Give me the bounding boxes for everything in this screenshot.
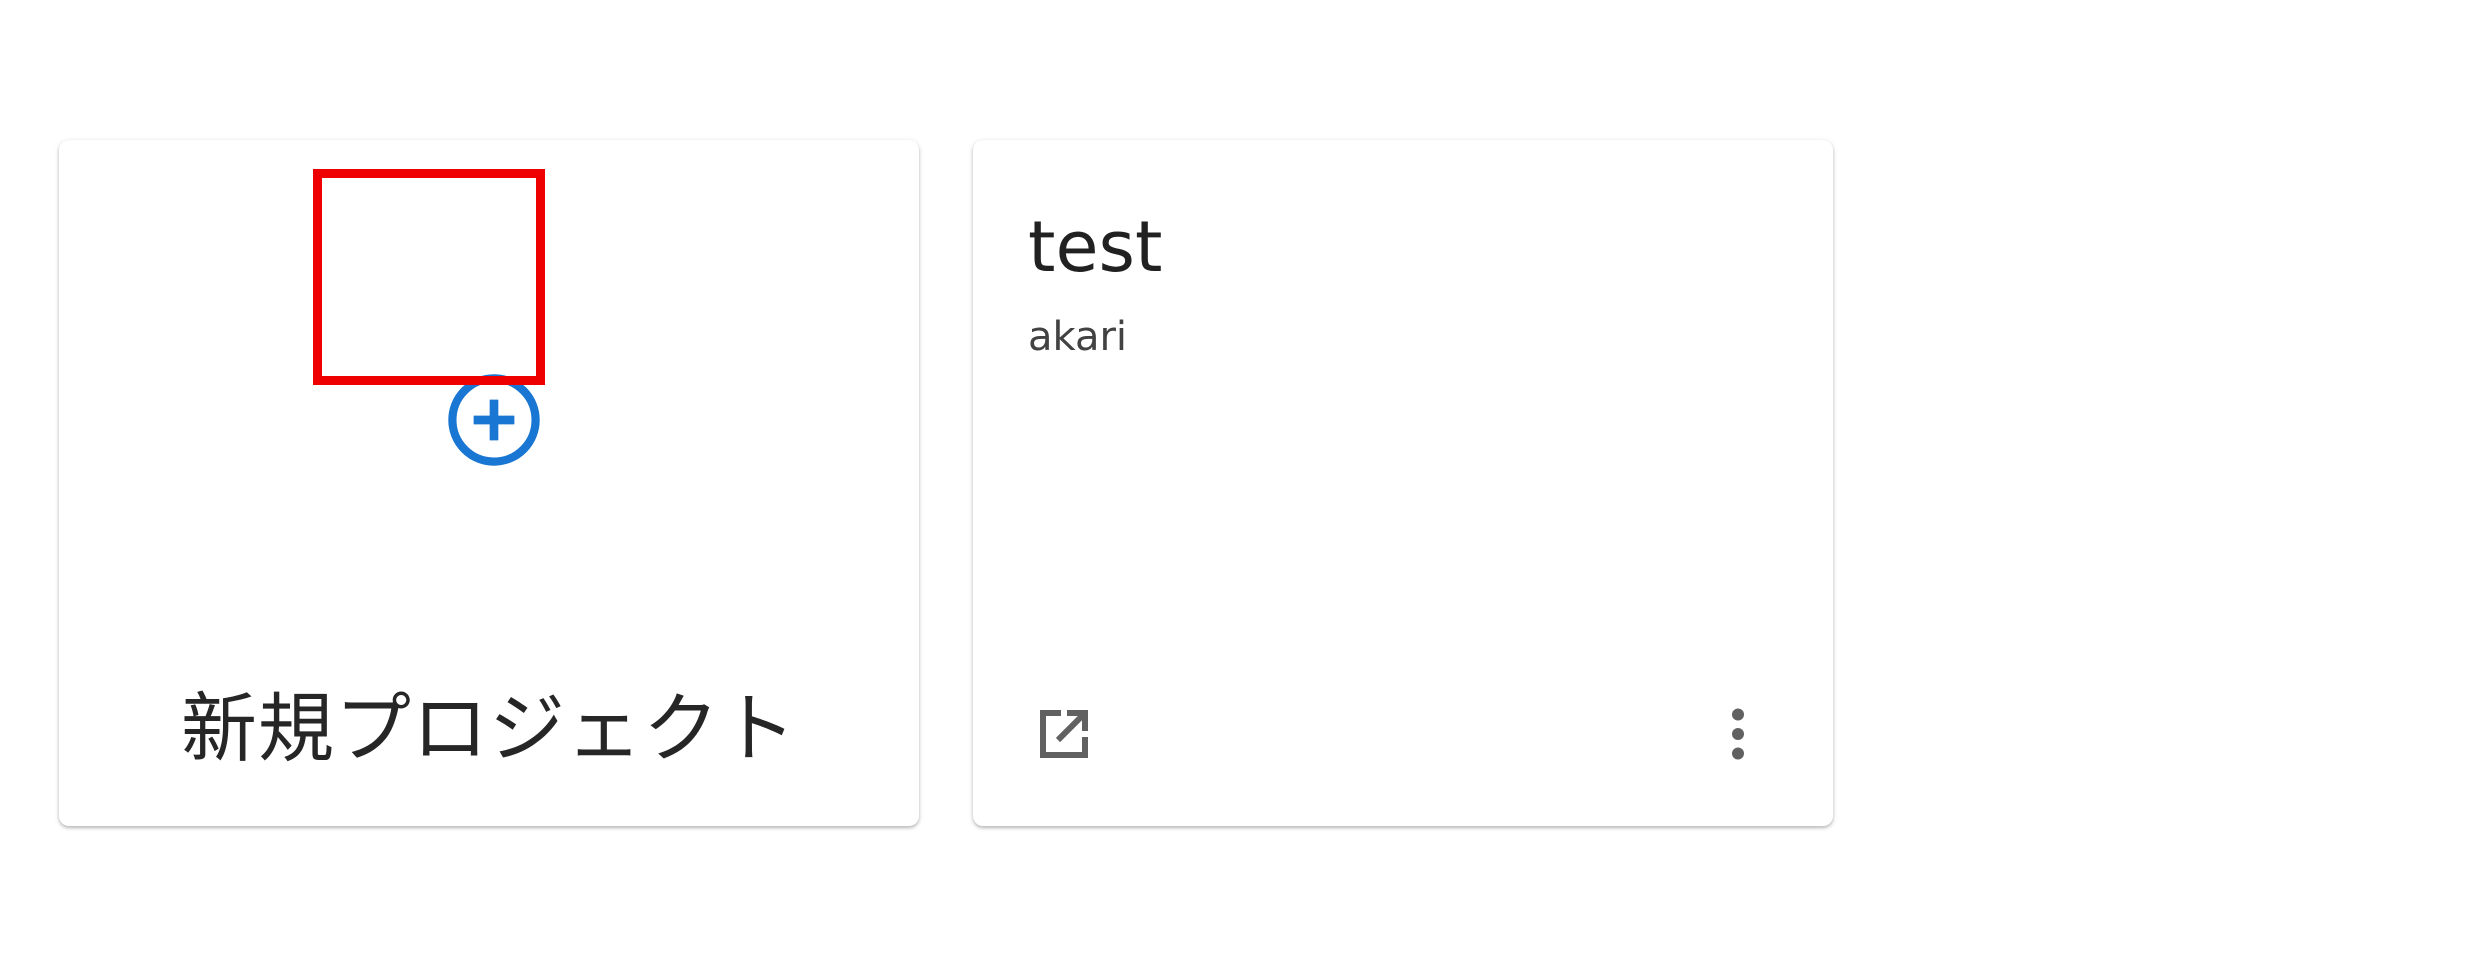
highlight-annotation-box: [313, 169, 545, 385]
project-owner: akari: [1028, 314, 1128, 360]
more-vert-icon[interactable]: [1702, 698, 1774, 770]
project-card[interactable]: test akari: [973, 140, 1833, 826]
open-in-new-icon-graphic: [1040, 710, 1088, 758]
project-title: test: [1028, 206, 1163, 288]
open-in-new-icon[interactable]: [1028, 698, 1100, 770]
more-vert-icon-graphic: [1732, 708, 1744, 760]
project-list: 新規プロジェクト test akari: [0, 0, 2482, 966]
new-project-label: 新規プロジェクト: [181, 684, 797, 773]
